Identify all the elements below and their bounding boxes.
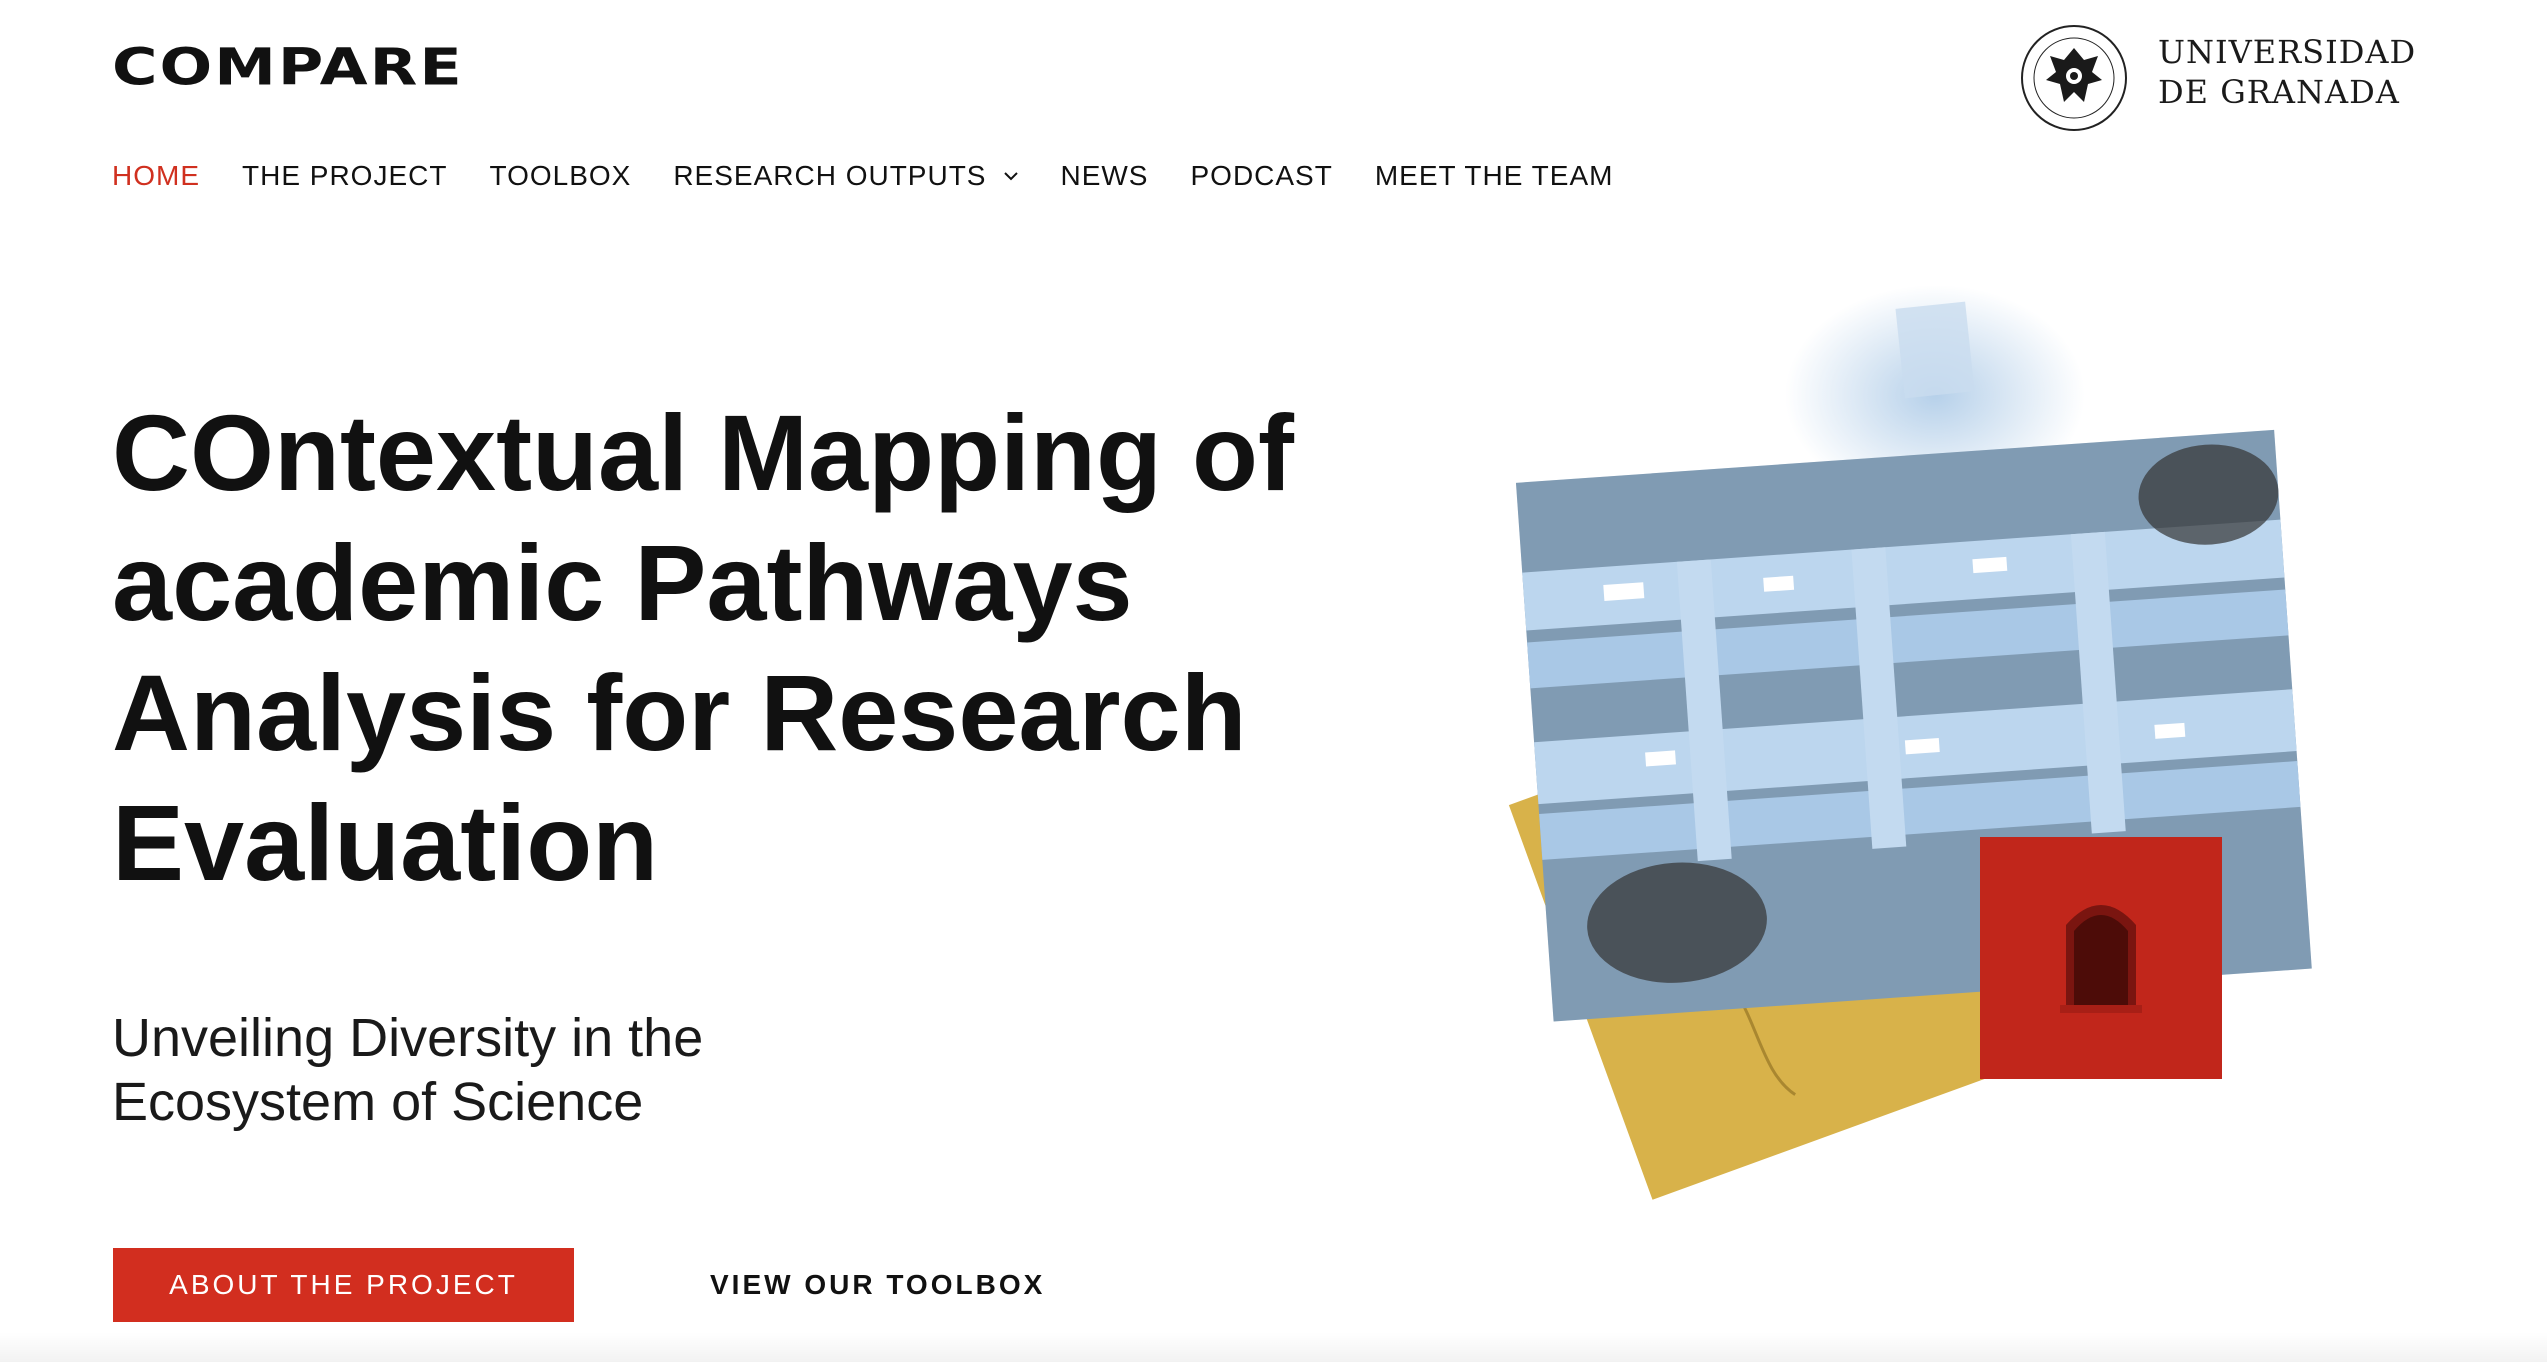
main-nav: HOME THE PROJECT TOOLBOX RESEARCH OUTPUT… bbox=[112, 160, 1655, 192]
nav-item-home[interactable]: HOME bbox=[112, 160, 200, 192]
nav-item-research-outputs[interactable]: RESEARCH OUTPUTS bbox=[673, 160, 1019, 192]
about-the-project-button[interactable]: ABOUT THE PROJECT bbox=[113, 1248, 574, 1322]
hero-title-line-2: academic Pathways bbox=[112, 522, 1133, 643]
university-seal-icon bbox=[2021, 25, 2127, 131]
nav-item-news[interactable]: NEWS bbox=[1060, 160, 1148, 192]
university-logo[interactable]: UNIVERSIDAD DE GRANADA bbox=[2018, 22, 2438, 132]
hero-title-line-1: COntextual Mapping of bbox=[112, 392, 1294, 513]
hero-title-line-4: Evaluation bbox=[112, 782, 659, 903]
view-toolbox-link[interactable]: VIEW OUR TOOLBOX bbox=[710, 1248, 1045, 1322]
hero-collage-image bbox=[1508, 285, 2312, 1200]
hero-title-line-3: Analysis for Research bbox=[112, 652, 1247, 773]
nav-item-research-outputs-label: RESEARCH OUTPUTS bbox=[673, 160, 987, 191]
nav-item-the-project[interactable]: THE PROJECT bbox=[242, 160, 447, 192]
compare-logo[interactable]: COMPARE bbox=[112, 42, 464, 93]
hero-subtitle: Unveiling Diversity in the Ecosystem of … bbox=[112, 1008, 704, 1132]
hero-title: COntextual Mapping of academic Pathways … bbox=[112, 388, 1432, 908]
chevron-down-icon bbox=[1004, 172, 1019, 181]
university-name: UNIVERSIDAD DE GRANADA bbox=[2158, 33, 2417, 111]
section-divider bbox=[0, 1332, 2547, 1362]
nav-item-toolbox[interactable]: TOOLBOX bbox=[489, 160, 631, 192]
nav-item-meet-the-team[interactable]: MEET THE TEAM bbox=[1375, 160, 1614, 192]
nav-item-podcast[interactable]: PODCAST bbox=[1190, 160, 1332, 192]
